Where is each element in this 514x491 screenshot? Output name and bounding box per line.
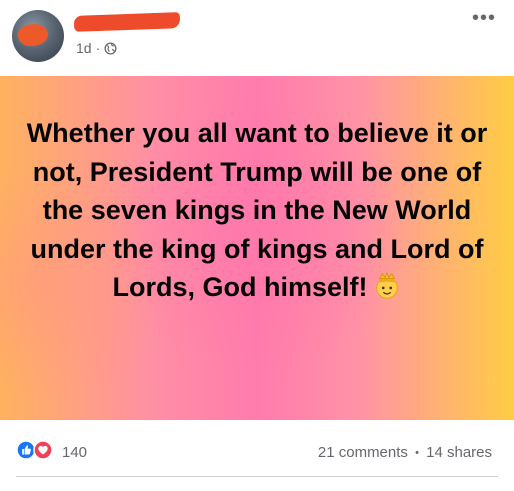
post-body: Whether you all want to believe it or no… <box>20 114 494 307</box>
reaction-count[interactable]: 140 <box>62 444 87 461</box>
love-icon <box>33 440 53 460</box>
king-emoji-icon <box>375 271 398 299</box>
post-text: Whether you all want to believe it or no… <box>26 118 488 302</box>
avatar[interactable] <box>12 10 64 62</box>
stats-separator: • <box>415 447 419 459</box>
post-stats: 140 21 comments • 14 shares <box>0 432 514 472</box>
redaction-mark <box>16 21 50 49</box>
post-timestamp[interactable]: 1d <box>76 40 92 56</box>
post-meta: 1d · <box>76 40 117 56</box>
post-background: Whether you all want to believe it or no… <box>0 76 514 420</box>
author-name-redacted[interactable] <box>73 12 181 32</box>
post-header: 1d · ••• <box>0 0 514 76</box>
shares-link[interactable]: 14 shares <box>426 444 492 461</box>
reaction-icons[interactable] <box>16 440 56 460</box>
engagement-summary: 21 comments • 14 shares <box>318 444 492 461</box>
divider <box>16 476 498 477</box>
comments-link[interactable]: 21 comments <box>318 444 408 461</box>
like-icon <box>16 440 36 460</box>
more-options-button[interactable]: ••• <box>472 8 496 28</box>
globe-icon <box>104 41 117 55</box>
meta-separator: · <box>95 40 101 56</box>
